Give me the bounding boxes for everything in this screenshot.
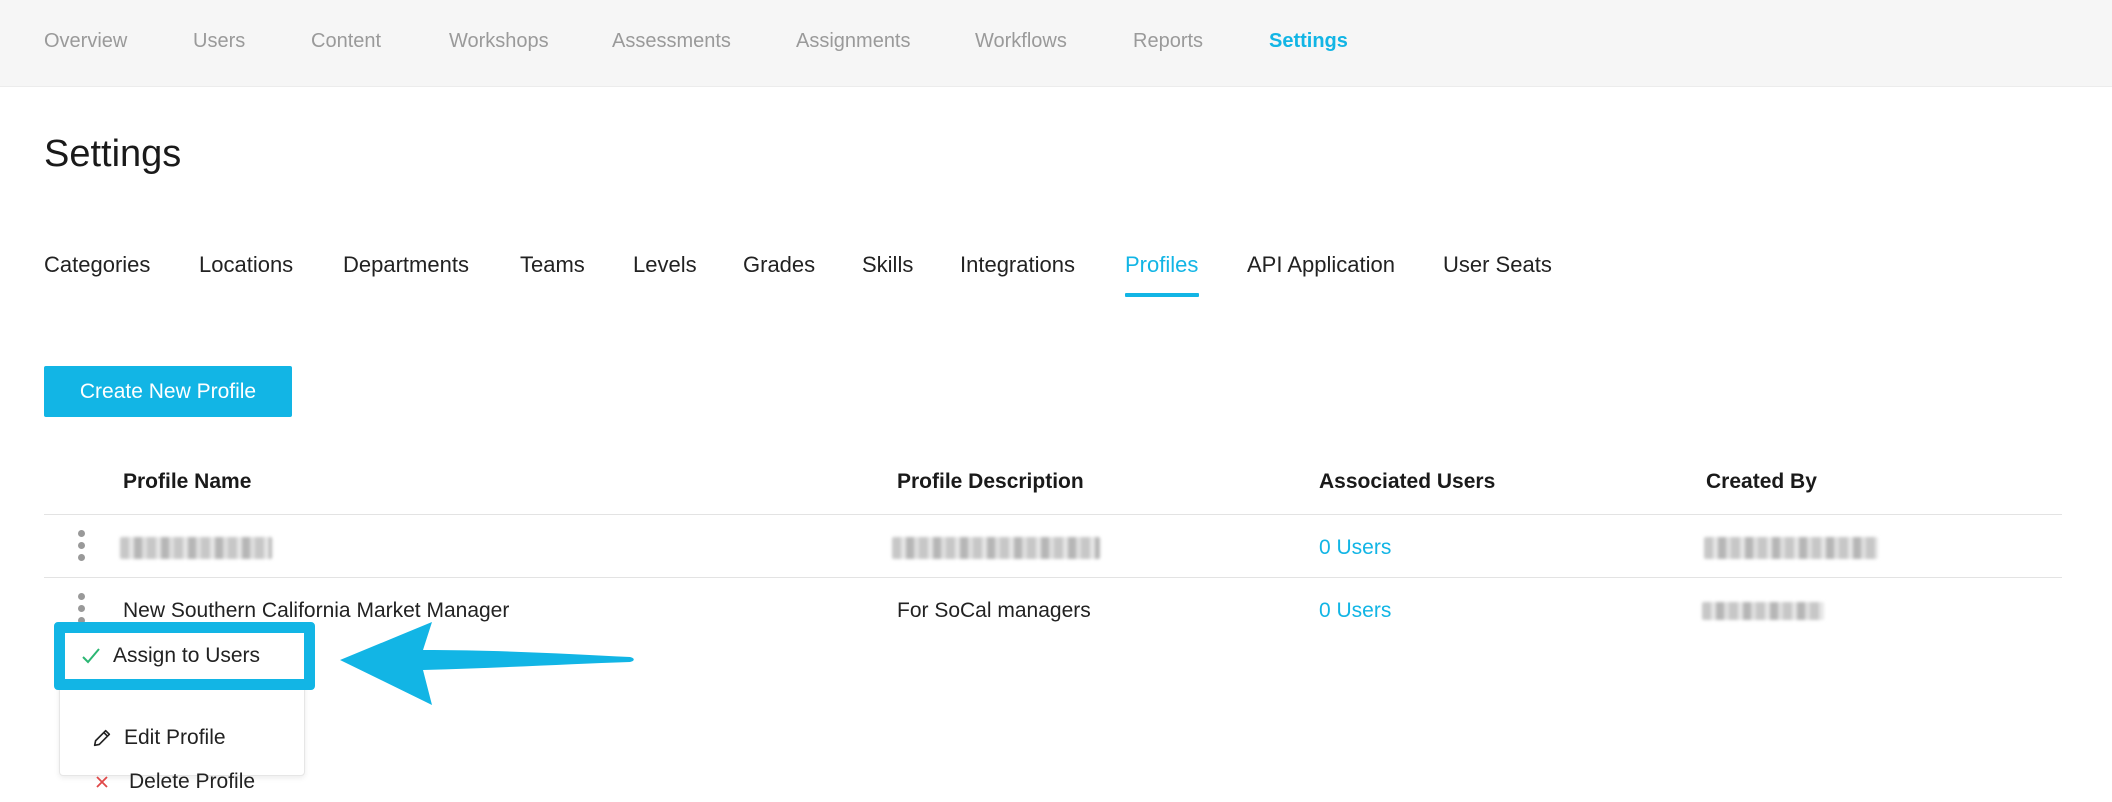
tab-profiles[interactable]: Profiles bbox=[1125, 252, 1198, 278]
column-header-created-by: Created By bbox=[1706, 470, 1817, 493]
associated-users-link[interactable]: 0 Users bbox=[1319, 536, 1391, 560]
delete-profile-label: Delete Profile bbox=[129, 770, 256, 793]
tab-categories[interactable]: Categories bbox=[44, 252, 150, 278]
delete-profile-menu-item[interactable]: Delete Profile bbox=[60, 760, 306, 802]
tab-skills[interactable]: Skills bbox=[862, 252, 913, 278]
tab-integrations[interactable]: Integrations bbox=[960, 252, 1075, 278]
redacted-profile-name bbox=[120, 537, 272, 559]
row-divider bbox=[44, 577, 2062, 578]
row-actions-menu-icon[interactable] bbox=[76, 593, 86, 625]
redacted-created-by bbox=[1704, 537, 1878, 559]
check-icon bbox=[79, 647, 103, 665]
nav-reports[interactable]: Reports bbox=[1133, 30, 1203, 53]
tab-user-seats[interactable]: User Seats bbox=[1443, 252, 1552, 278]
nav-content[interactable]: Content bbox=[311, 30, 381, 53]
tab-grades[interactable]: Grades bbox=[743, 252, 815, 278]
column-header-profile-description: Profile Description bbox=[897, 470, 1084, 493]
redacted-created-by bbox=[1702, 602, 1824, 620]
top-navigation: Overview Users Content Workshops Assessm… bbox=[0, 0, 2112, 87]
pencil-icon bbox=[90, 727, 114, 749]
nav-overview[interactable]: Overview bbox=[44, 30, 127, 53]
nav-settings[interactable]: Settings bbox=[1269, 30, 1348, 53]
active-tab-indicator bbox=[1125, 293, 1199, 297]
redacted-profile-description bbox=[892, 537, 1100, 559]
assign-to-users-label: Assign to Users bbox=[113, 644, 261, 667]
column-header-associated-users: Associated Users bbox=[1319, 470, 1496, 493]
nav-users[interactable]: Users bbox=[193, 30, 245, 53]
close-icon bbox=[90, 774, 114, 790]
nav-workflows[interactable]: Workflows bbox=[975, 30, 1067, 53]
associated-users-link[interactable]: 0 Users bbox=[1319, 599, 1391, 623]
tab-teams[interactable]: Teams bbox=[520, 252, 585, 278]
edit-profile-label: Edit Profile bbox=[124, 726, 226, 749]
edit-profile-menu-item[interactable]: Edit Profile bbox=[60, 716, 306, 760]
nav-assessments[interactable]: Assessments bbox=[612, 30, 731, 53]
assign-to-users-menu-item[interactable]: Assign to Users bbox=[54, 622, 315, 690]
profile-description: For SoCal managers bbox=[897, 599, 1091, 622]
row-actions-menu-icon[interactable] bbox=[76, 530, 86, 562]
assign-to-users-row: Assign to Users bbox=[65, 633, 304, 679]
header-divider bbox=[44, 514, 2062, 515]
nav-workshops[interactable]: Workshops bbox=[449, 30, 549, 53]
column-header-profile-name: Profile Name bbox=[123, 470, 252, 493]
tab-levels[interactable]: Levels bbox=[633, 252, 697, 278]
tab-api-application[interactable]: API Application bbox=[1247, 252, 1395, 278]
nav-assignments[interactable]: Assignments bbox=[796, 30, 911, 53]
tab-locations[interactable]: Locations bbox=[199, 252, 293, 278]
annotation-arrow-icon bbox=[340, 622, 634, 705]
tab-departments[interactable]: Departments bbox=[343, 252, 469, 278]
create-new-profile-button[interactable]: Create New Profile bbox=[44, 366, 292, 417]
page-title: Settings bbox=[44, 133, 182, 175]
